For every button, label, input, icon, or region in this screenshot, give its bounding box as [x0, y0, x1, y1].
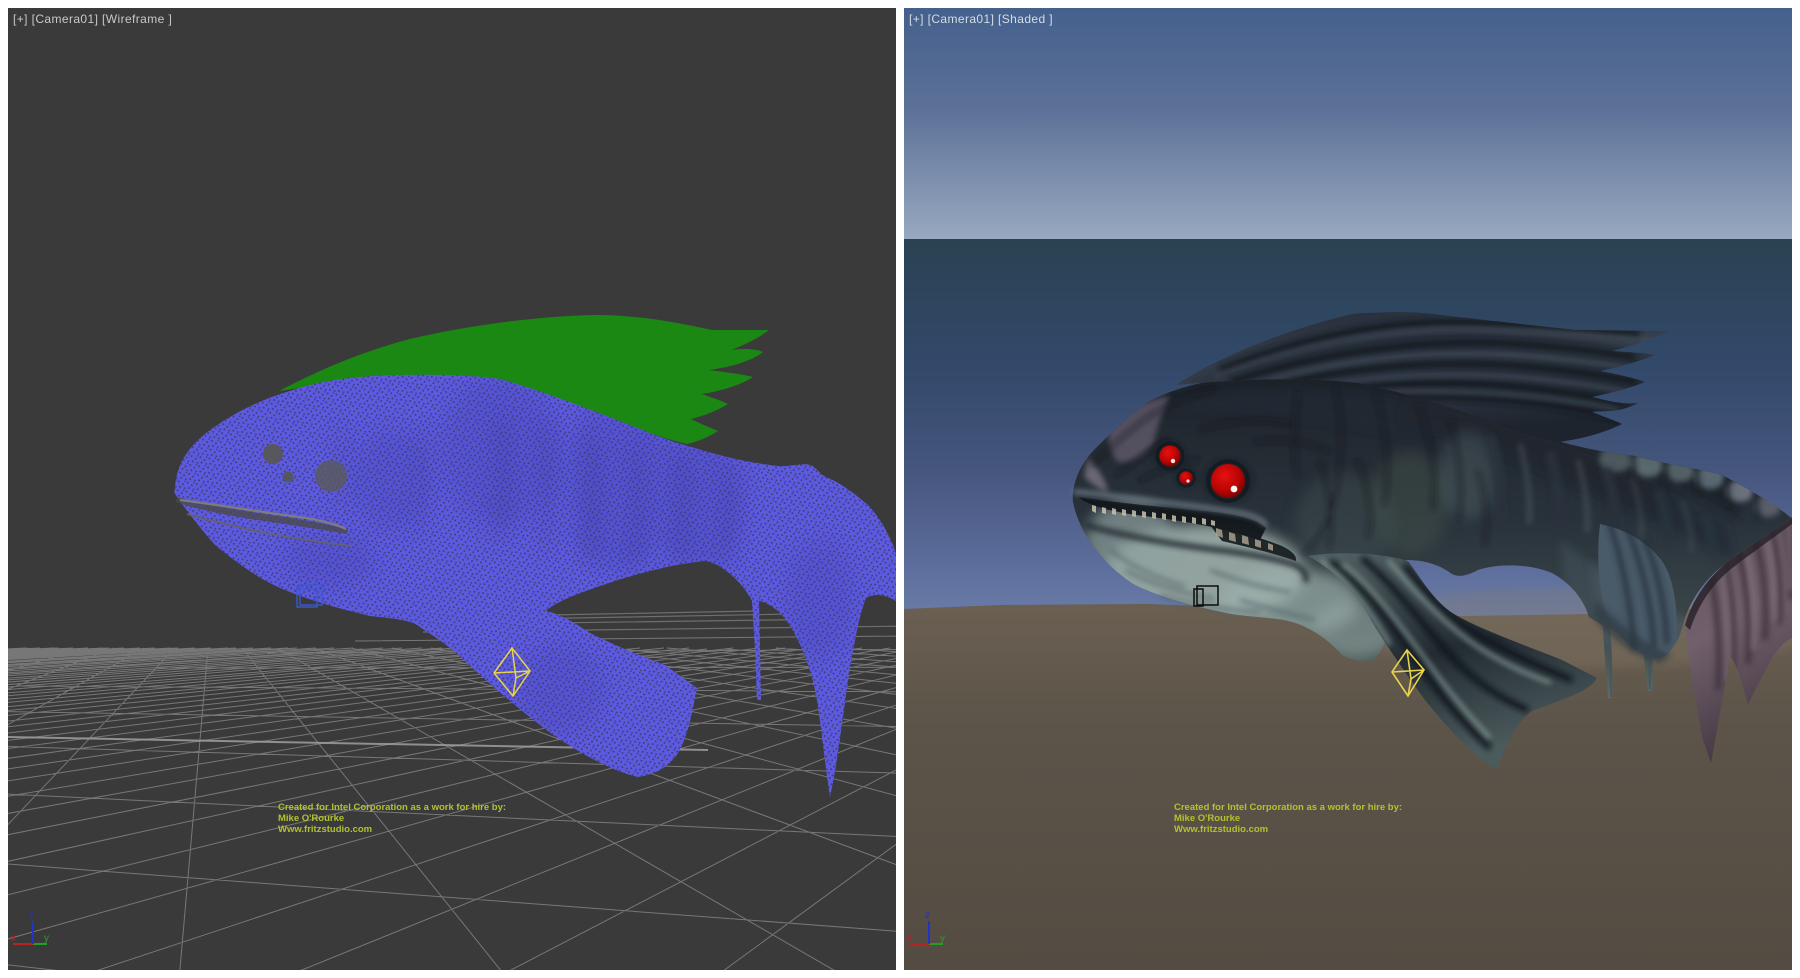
svg-text:Mike O'Rourke: Mike O'Rourke: [1174, 813, 1240, 824]
svg-text:Mike O'Rourke: Mike O'Rourke: [278, 813, 344, 824]
svg-text:Created for Intel Corporation: Created for Intel Corporation as a work …: [278, 802, 506, 813]
svg-text:Created for Intel Corporation: Created for Intel Corporation as a work …: [1174, 802, 1402, 813]
svg-text:y: y: [44, 933, 49, 944]
svg-text:Www.fritzstudio.com: Www.fritzstudio.com: [1174, 824, 1268, 835]
svg-text:Www.fritzstudio.com: Www.fritzstudio.com: [278, 824, 372, 835]
svg-text:x: x: [11, 933, 16, 944]
svg-text:y: y: [940, 933, 945, 944]
svg-text:z: z: [29, 910, 34, 921]
svg-text:z: z: [925, 910, 930, 921]
svg-text:x: x: [907, 933, 912, 944]
